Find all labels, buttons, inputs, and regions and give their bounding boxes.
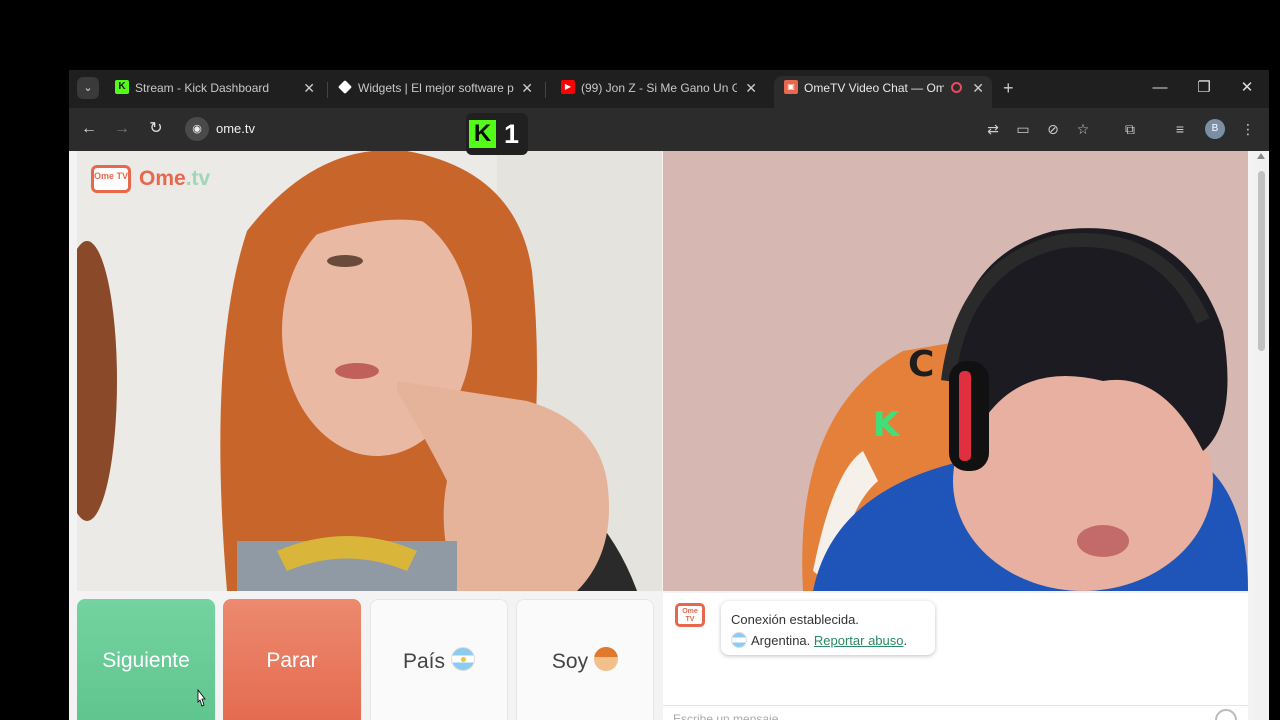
ometv-icon: ▣: [784, 80, 798, 94]
profile-avatar[interactable]: B: [1205, 119, 1225, 139]
brand-name: Ome.tv: [139, 167, 210, 191]
stop-button[interactable]: Parar: [223, 599, 361, 720]
kick-icon: K: [115, 80, 129, 94]
url-text: ome.tv: [216, 121, 256, 136]
country-button-label: País: [402, 650, 446, 673]
bookmark-star-icon[interactable]: ☆: [1072, 119, 1094, 139]
next-button[interactable]: Siguiente: [77, 599, 215, 720]
eye-off-icon[interactable]: ⊘: [1042, 119, 1064, 139]
chat-panel: Ome TV Conexión establecida. Argentina. …: [663, 593, 1248, 720]
brand-name-tld: .tv: [185, 167, 211, 190]
tab-youtube[interactable]: ▶ (99) Jon Z - Si Me Gano Un Gran ✕: [551, 76, 765, 108]
scrollbar-thumb[interactable]: [1258, 171, 1265, 351]
tab-separator: [545, 82, 546, 98]
remote-video: C K: [663, 151, 1248, 591]
local-video: Ome TV Ome.tv: [77, 151, 662, 591]
tab-kick-dashboard[interactable]: K Stream - Kick Dashboard ✕: [105, 76, 323, 108]
widgets-icon: [338, 80, 352, 94]
cast-icon[interactable]: ▭: [1012, 119, 1034, 139]
tab-title: (99) Jon Z - Si Me Gano Un Gran: [581, 81, 737, 95]
close-icon[interactable]: ✕: [745, 76, 757, 100]
youtube-icon: ▶: [561, 80, 575, 94]
stop-button-label: Parar: [266, 649, 318, 672]
menu-dots-icon[interactable]: ⋮: [1237, 119, 1259, 139]
gender-button-label: Soy: [551, 650, 589, 673]
browser-toolbar: ← → ↻ ◉ ome.tv ⇄ ▭ ⊘ ☆ ⧉ ≡ B ⋮: [69, 108, 1269, 151]
page-scrollbar[interactable]: [1254, 151, 1269, 720]
tab-widgets[interactable]: Widgets | El mejor software para ✕: [328, 76, 541, 108]
back-icon[interactable]: ←: [78, 118, 100, 140]
forward-icon[interactable]: →: [111, 118, 133, 140]
viewer-count: 1: [504, 119, 520, 149]
tab-strip: ⌄ K Stream - Kick Dashboard ✕ Widgets | …: [69, 70, 1269, 108]
restore-icon[interactable]: ❐: [1189, 76, 1219, 100]
translate-icon[interactable]: ⇄: [982, 119, 1004, 139]
connection-status: Conexión establecida.: [731, 612, 859, 627]
new-tab-icon[interactable]: +: [1003, 78, 1014, 98]
browser-window: ⌄ K Stream - Kick Dashboard ✕ Widgets | …: [69, 70, 1269, 720]
tab-search-button[interactable]: ⌄: [77, 77, 99, 99]
tab-title: Widgets | El mejor software para: [358, 81, 514, 95]
remote-video-frame: C K: [663, 151, 1248, 591]
ometv-chat-logo-icon: Ome TV: [675, 603, 705, 627]
close-icon[interactable]: ✕: [521, 76, 533, 100]
extensions-icon[interactable]: ⧉: [1119, 119, 1141, 139]
window-close-icon[interactable]: ✕: [1232, 76, 1262, 100]
tab-title: OmeTV Video Chat — Ome: [804, 81, 944, 95]
message-input[interactable]: Escribe un mensaje: [663, 705, 1248, 720]
site-info-icon[interactable]: ◉: [185, 117, 209, 141]
brand-name-main: Ome: [139, 167, 186, 190]
gender-button[interactable]: Soy: [516, 599, 654, 720]
kick-viewer-overlay: K 1: [466, 113, 528, 155]
system-message: Conexión establecida. Argentina. Reporta…: [721, 601, 935, 655]
person-emoji-icon: [594, 647, 619, 671]
mouse-cursor-icon: [197, 689, 206, 707]
svg-text:K: K: [873, 405, 901, 445]
argentina-flag-icon: [731, 632, 747, 648]
reload-icon[interactable]: ↻: [145, 118, 167, 140]
svg-text:C: C: [908, 344, 934, 385]
kick-logo-icon: K: [469, 120, 496, 148]
report-suffix: .: [903, 633, 908, 648]
reading-list-icon[interactable]: ≡: [1169, 119, 1191, 139]
minimize-icon[interactable]: —: [1145, 76, 1175, 100]
scroll-up-icon[interactable]: [1257, 153, 1265, 159]
next-button-label: Siguiente: [102, 649, 190, 672]
partner-country-name: Argentina.: [751, 633, 811, 648]
partner-country: Argentina. Reportar abuso.: [731, 630, 925, 651]
ometv-tv-icon: Ome TV: [91, 165, 131, 193]
close-icon[interactable]: ✕: [972, 76, 984, 100]
close-icon[interactable]: ✕: [303, 76, 315, 100]
country-button[interactable]: País: [370, 599, 508, 720]
tab-title: Stream - Kick Dashboard: [135, 81, 270, 95]
recording-icon: [951, 82, 962, 93]
report-abuse-link[interactable]: Reportar abuso: [814, 633, 904, 648]
argentina-flag-icon: [451, 647, 476, 671]
ometv-page: Ome TV Ome.tv C K Siguiente Parar País S…: [69, 151, 1269, 720]
tab-ometv[interactable]: ▣ OmeTV Video Chat — Ome ✕: [774, 76, 992, 108]
local-video-frame: [77, 151, 662, 591]
